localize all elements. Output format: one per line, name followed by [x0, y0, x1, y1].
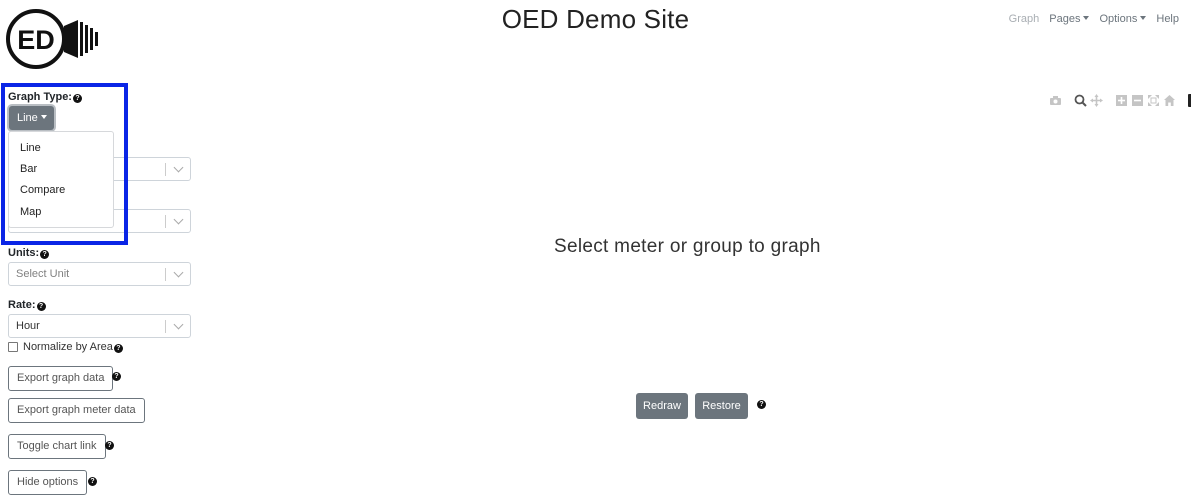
- camera-icon[interactable]: [1049, 94, 1062, 107]
- graph-type-label: Graph Type:?: [8, 91, 82, 103]
- help-icon[interactable]: ?: [88, 477, 97, 486]
- rate-select[interactable]: Hour: [8, 314, 191, 338]
- nav-help-link[interactable]: Help: [1156, 13, 1179, 25]
- graph-type-option-map[interactable]: Map: [20, 206, 41, 218]
- top-nav: Graph Pages Options Help: [1009, 13, 1179, 25]
- redraw-button[interactable]: Redraw: [636, 393, 688, 419]
- export-graph-data-button[interactable]: Export graph data: [8, 366, 114, 391]
- rate-label-text: Rate:: [8, 299, 36, 311]
- hide-options-button[interactable]: Hide options: [8, 470, 88, 495]
- graph-type-option-line[interactable]: Line: [20, 142, 41, 154]
- nav-options-dropdown[interactable]: Options: [1099, 13, 1146, 25]
- restore-button[interactable]: Restore: [695, 393, 748, 419]
- chevron-down-icon: [173, 319, 184, 330]
- units-select[interactable]: Select Unit: [8, 262, 191, 286]
- graph-type-option-compare[interactable]: Compare: [20, 184, 65, 196]
- graph-type-dropdown-menu: Line Bar Compare Map: [8, 131, 114, 228]
- rate-label: Rate:?: [8, 299, 46, 311]
- chevron-down-icon: [173, 267, 184, 278]
- select-separator: [165, 320, 166, 333]
- plot-modebar: [1049, 94, 1191, 107]
- graph-type-option-bar[interactable]: Bar: [20, 163, 37, 175]
- units-label: Units:?: [8, 247, 50, 259]
- normalize-checkbox[interactable]: [8, 342, 18, 352]
- empty-graph-message: Select meter or group to graph: [554, 236, 821, 257]
- zoom-icon[interactable]: [1074, 94, 1087, 107]
- help-icon[interactable]: ?: [105, 441, 114, 450]
- help-icon[interactable]: ?: [757, 400, 766, 409]
- autoscale-icon[interactable]: [1147, 94, 1160, 107]
- reset-axes-icon[interactable]: [1163, 94, 1176, 107]
- graph-type-selected: Line: [17, 112, 47, 124]
- normalize-label-text: Normalize by Area: [23, 341, 113, 353]
- chevron-down-icon: [173, 162, 184, 173]
- rate-select-value: Hour: [16, 320, 40, 332]
- select-separator: [165, 215, 166, 228]
- select-separator: [165, 268, 166, 281]
- select-separator: [165, 163, 166, 176]
- nav-pages-dropdown[interactable]: Pages: [1049, 13, 1089, 25]
- zoom-in-icon[interactable]: [1115, 94, 1128, 107]
- units-label-text: Units:: [8, 247, 40, 259]
- nav-graph-link[interactable]: Graph: [1009, 13, 1040, 25]
- help-icon[interactable]: ?: [112, 372, 121, 381]
- normalize-label: Normalize by Area?: [23, 341, 123, 353]
- export-meter-data-button[interactable]: Export graph meter data: [8, 398, 145, 423]
- help-icon[interactable]: ?: [72, 94, 82, 103]
- chevron-down-icon: [173, 214, 184, 225]
- units-select-value: Select Unit: [16, 268, 70, 280]
- pan-icon[interactable]: [1090, 94, 1103, 107]
- help-icon[interactable]: ?: [40, 250, 50, 259]
- zoom-out-icon[interactable]: [1131, 94, 1144, 107]
- help-icon[interactable]: ?: [113, 344, 123, 353]
- graph-type-label-text: Graph Type:: [8, 91, 72, 103]
- toggle-chart-link-button[interactable]: Toggle chart link: [8, 434, 106, 459]
- help-icon[interactable]: ?: [36, 302, 46, 311]
- graph-type-button[interactable]: Line: [9, 106, 54, 130]
